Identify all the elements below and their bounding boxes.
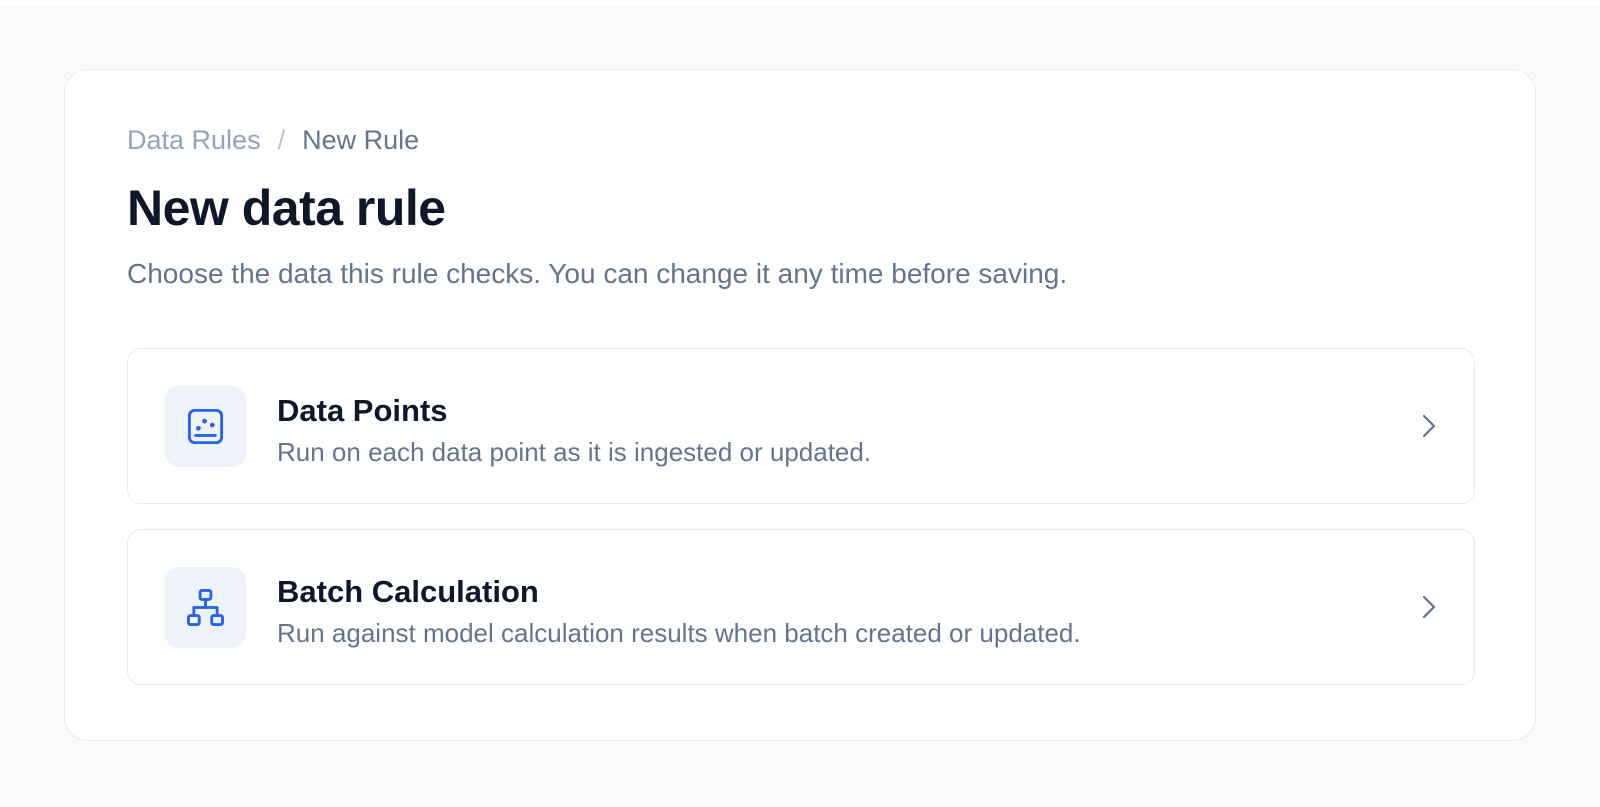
option-title: Data Points	[277, 393, 448, 428]
page-title: New data rule	[127, 180, 446, 236]
top-strip	[0, 0, 1600, 6]
option-batch-calculation[interactable]: Batch Calculation Run against model calc…	[127, 529, 1475, 685]
breadcrumb: Data Rules / New Rule	[127, 124, 419, 156]
breadcrumb-parent-link[interactable]: Data Rules	[127, 125, 261, 155]
new-rule-card: Data Rules / New Rule New data rule Choose…	[64, 69, 1536, 741]
breadcrumb-separator: /	[277, 125, 286, 155]
data-points-icon-box	[165, 386, 246, 467]
option-description: Run against model calculation results wh…	[277, 618, 1081, 648]
breadcrumb-current: New Rule	[302, 125, 420, 155]
chevron-right-icon	[1422, 414, 1436, 438]
option-data-points[interactable]: Data Points Run on each data point as it…	[127, 348, 1475, 504]
hierarchy-icon-box	[165, 567, 246, 648]
page-subtitle: Choose the data this rule checks. You ca…	[127, 258, 1068, 289]
option-description: Run on each data point as it is ingested…	[277, 437, 872, 467]
data-points-icon	[187, 408, 224, 445]
option-title: Batch Calculation	[277, 574, 539, 609]
hierarchy-icon	[187, 589, 224, 626]
chevron-right-icon	[1422, 595, 1436, 619]
